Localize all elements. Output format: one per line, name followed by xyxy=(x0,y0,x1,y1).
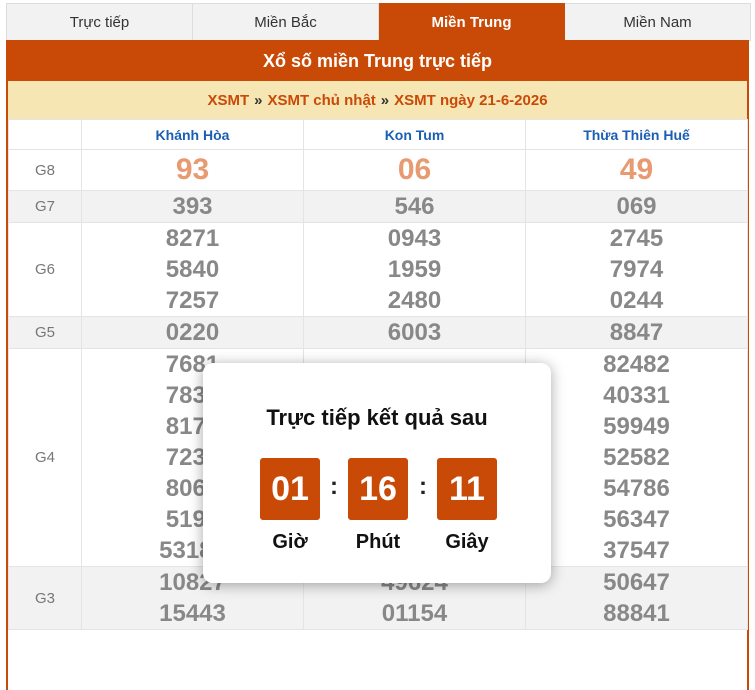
prize-cell: 8847 xyxy=(525,316,748,349)
prize-row-g6: G6 8271 5840 7257 0943 1959 2480 2745 7974 0244 xyxy=(8,222,748,317)
prize-label: G8 xyxy=(8,149,82,191)
prize-number: 06 xyxy=(397,153,432,186)
seconds-box: 11 xyxy=(437,458,497,520)
prize-label: G7 xyxy=(8,190,82,223)
prize-cell: 93 xyxy=(81,149,304,191)
prize-number: 5840 xyxy=(165,256,220,283)
prize-header xyxy=(8,119,82,150)
tab-mien-nam[interactable]: Miền Nam xyxy=(565,3,751,41)
colon-separator: : xyxy=(419,473,427,500)
prize-cell: 069 xyxy=(525,190,748,223)
prize-row-g7: G7 393 546 069 xyxy=(8,190,748,223)
prize-label: G5 xyxy=(8,316,82,349)
breadcrumb-separator: » xyxy=(254,91,263,109)
prize-number: 2480 xyxy=(387,287,442,314)
prize-number: 49 xyxy=(619,153,654,186)
prize-number: 0220 xyxy=(165,319,220,346)
prize-cell: 0220 xyxy=(81,316,304,349)
minutes-box: 16 xyxy=(348,458,408,520)
prize-row-g8: G8 93 06 49 xyxy=(8,149,748,191)
prize-number: 54786 xyxy=(603,475,670,502)
minutes-label: Phút xyxy=(355,531,401,553)
colon-separator: : xyxy=(330,473,338,500)
prize-number: 0244 xyxy=(609,287,664,314)
prize-row-g5: G5 0220 6003 8847 xyxy=(8,316,748,349)
countdown-title: Trực tiếp kết quả sau xyxy=(266,405,488,430)
prize-number: 37547 xyxy=(603,537,670,564)
prize-number: 59949 xyxy=(603,413,670,440)
prize-number: 01154 xyxy=(381,600,448,627)
breadcrumb-date-link[interactable]: XSMT ngày 21-6-2026 xyxy=(394,92,547,109)
prize-cell: 393 xyxy=(81,190,304,223)
prize-number: 8847 xyxy=(609,319,664,346)
hours-label: Giờ xyxy=(272,531,308,553)
prize-number: 15443 xyxy=(159,600,226,627)
prize-number: 56347 xyxy=(603,506,670,533)
prize-number: 1959 xyxy=(387,256,442,283)
prize-number: 2745 xyxy=(609,225,664,252)
prize-cell: 06 xyxy=(303,149,526,191)
tab-truc-tiep[interactable]: Trực tiếp xyxy=(6,3,193,41)
prize-number: 6003 xyxy=(387,319,442,346)
prize-number: 50647 xyxy=(603,569,670,596)
prize-cell: 50647 88841 xyxy=(525,566,748,630)
tab-mien-trung[interactable]: Miền Trung xyxy=(379,3,565,41)
prize-number: 7257 xyxy=(165,287,220,314)
prize-number: 393 xyxy=(172,193,213,220)
prize-number: 82482 xyxy=(603,351,670,378)
prize-number: 8271 xyxy=(165,225,220,252)
seconds-label: Giây xyxy=(445,531,489,553)
prize-cell: 2745 7974 0244 xyxy=(525,222,748,317)
prize-cell: 82482 40331 59949 52582 54786 56347 37547 xyxy=(525,348,748,567)
prize-label: G6 xyxy=(8,222,82,317)
breadcrumb-xsmt-link[interactable]: XSMT xyxy=(207,92,249,109)
prize-number: 0943 xyxy=(387,225,442,252)
province-kon-tum[interactable]: Kon Tum xyxy=(303,119,526,150)
countdown-popup: Trực tiếp kết quả sau 01 : 16 : 11 Giờ P… xyxy=(203,363,551,583)
breadcrumb-sunday-link[interactable]: XSMT chủ nhật xyxy=(267,92,375,109)
tab-mien-bac[interactable]: Miền Bắc xyxy=(193,3,379,41)
prize-number: 40331 xyxy=(603,382,670,409)
prize-cell: 8271 5840 7257 xyxy=(81,222,304,317)
prize-number: 7974 xyxy=(609,256,664,283)
prize-number: 546 xyxy=(394,193,435,220)
prize-label: G4 xyxy=(8,348,82,567)
prize-number: 069 xyxy=(616,193,657,220)
region-tabs: Trực tiếp Miền Bắc Miền Trung Miền Nam xyxy=(6,3,751,41)
breadcrumb-separator: » xyxy=(380,91,390,109)
prize-cell: 546 xyxy=(303,190,526,223)
prize-cell: 6003 xyxy=(303,316,526,349)
page-title: Xổ số miền Trung trực tiếp xyxy=(8,41,747,81)
prize-label: G3 xyxy=(8,566,82,630)
breadcrumb: XSMT » XSMT chủ nhật » XSMT ngày 21-6-20… xyxy=(8,81,747,119)
prize-cell: 49 xyxy=(525,149,748,191)
province-thua-thien-hue[interactable]: Thừa Thiên Huế xyxy=(525,119,748,150)
prize-number: 52582 xyxy=(603,444,670,471)
prize-number: 93 xyxy=(175,153,210,186)
prize-cell: 0943 1959 2480 xyxy=(303,222,526,317)
prize-number: 88841 xyxy=(603,600,670,627)
province-khanh-hoa[interactable]: Khánh Hòa xyxy=(81,119,304,150)
hours-box: 01 xyxy=(260,458,320,520)
